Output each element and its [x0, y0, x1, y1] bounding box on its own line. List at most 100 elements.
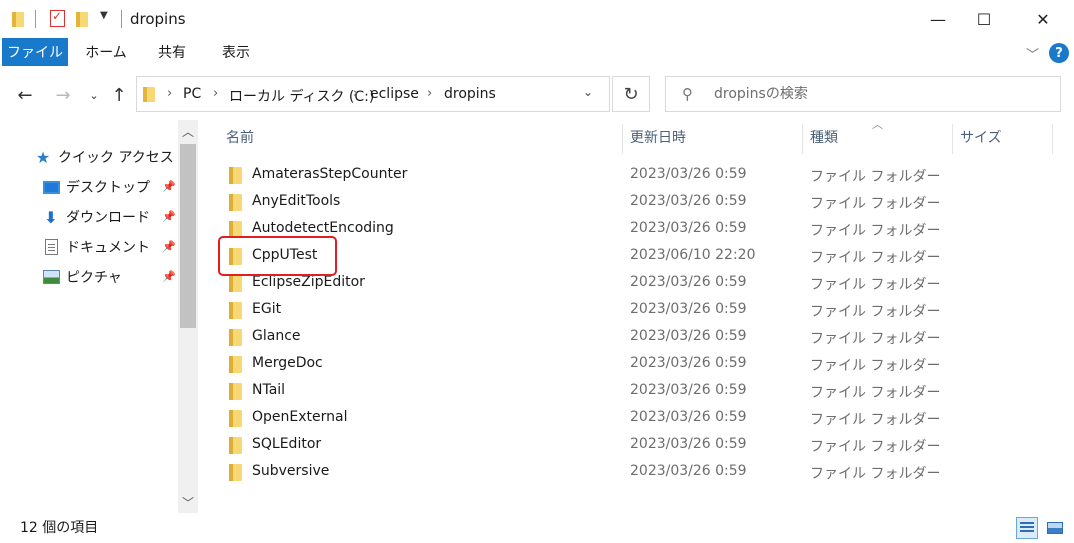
up-button[interactable]: ↑ — [108, 84, 130, 106]
file-row[interactable]: OpenExternal 2023/03/26 0:59 ファイル フォルダー — [220, 405, 960, 432]
file-type: ファイル フォルダー — [810, 169, 941, 185]
nav-item-pictures[interactable]: ピクチャ — [42, 265, 122, 289]
forward-button[interactable]: → — [50, 84, 76, 106]
tab-file[interactable]: ファイル — [2, 38, 68, 66]
details-view-icon — [1020, 522, 1034, 534]
folder-icon — [229, 464, 243, 481]
nav-item-label: ドキュメント — [66, 240, 150, 256]
nav-item-label: ダウンロード — [66, 210, 150, 226]
back-button[interactable]: ← — [12, 84, 38, 106]
close-button[interactable]: ✕ — [1020, 0, 1066, 38]
pin-icon[interactable]: 📌 — [162, 270, 176, 283]
tab-home[interactable]: ホーム — [78, 38, 134, 66]
quick-access-dropdown-icon[interactable]: ▼ — [100, 10, 108, 21]
column-size[interactable]: サイズ — [960, 120, 1002, 154]
window-title: dropins — [130, 10, 186, 28]
minimize-button[interactable]: — — [915, 0, 961, 38]
file-type: ファイル フォルダー — [810, 439, 941, 455]
column-date[interactable]: 更新日時 — [630, 120, 686, 154]
breadcrumb-pc[interactable]: PC — [183, 86, 201, 102]
pin-icon[interactable]: 📌 — [162, 210, 176, 223]
search-box[interactable]: ⚲ — [665, 76, 1061, 112]
chevron-right-icon: › — [353, 86, 359, 101]
breadcrumb-dropins[interactable]: dropins — [444, 86, 496, 102]
properties-icon[interactable] — [50, 9, 65, 27]
column-type[interactable]: 種類 — [810, 120, 838, 154]
search-input[interactable] — [714, 84, 1044, 104]
help-icon[interactable]: ? — [1049, 43, 1069, 63]
file-name: AmaterasStepCounter — [252, 166, 408, 182]
breadcrumb-eclipse[interactable]: eclipse — [370, 86, 419, 102]
file-date: 2023/03/26 0:59 — [630, 220, 747, 236]
file-row[interactable]: NTail 2023/03/26 0:59 ファイル フォルダー — [220, 378, 960, 405]
recent-locations-button[interactable]: ⌄ — [86, 84, 102, 106]
search-icon: ⚲ — [682, 85, 693, 103]
navigation-pane: ★ クイック アクセス デスクトップ 📌 ⬇ ダウンロード 📌 ドキュメント 📌… — [0, 120, 200, 513]
file-name: AnyEditTools — [252, 193, 341, 209]
file-type: ファイル フォルダー — [810, 304, 941, 320]
chevron-right-icon: › — [427, 86, 433, 101]
chevron-down-icon: ⌄ — [89, 88, 99, 102]
file-row[interactable]: Subversive 2023/03/26 0:59 ファイル フォルダー — [220, 459, 960, 486]
file-row[interactable]: Glance 2023/03/26 0:59 ファイル フォルダー — [220, 324, 960, 351]
maximize-button[interactable]: ☐ — [961, 0, 1007, 38]
chevron-right-icon: › — [213, 86, 219, 101]
nav-scrollbar[interactable]: ︿ ﹀ — [178, 120, 198, 513]
scroll-up-icon[interactable]: ︿ — [178, 120, 198, 142]
scroll-thumb[interactable] — [180, 144, 196, 328]
title-bar: ▼ dropins — ☐ ✕ — [0, 0, 1074, 38]
column-divider[interactable] — [1052, 124, 1053, 154]
details-view-button[interactable] — [1016, 517, 1038, 539]
column-divider[interactable] — [952, 124, 953, 154]
address-history-chevron-icon[interactable]: ⌄ — [583, 85, 593, 99]
file-type: ファイル フォルダー — [810, 277, 941, 293]
minimize-icon: — — [930, 9, 946, 29]
expand-ribbon-chevron-icon[interactable]: ﹀ — [1026, 44, 1039, 63]
large-icons-view-button[interactable] — [1044, 517, 1066, 539]
pin-icon[interactable]: 📌 — [162, 180, 176, 193]
file-row[interactable]: AmaterasStepCounter 2023/03/26 0:59 ファイル… — [220, 162, 960, 189]
folder-icon — [143, 86, 155, 102]
column-divider[interactable] — [622, 124, 623, 154]
pin-icon[interactable]: 📌 — [162, 240, 176, 253]
tab-share[interactable]: 共有 — [146, 38, 198, 66]
nav-item-documents[interactable]: ドキュメント — [42, 235, 150, 259]
file-type: ファイル フォルダー — [810, 412, 941, 428]
new-folder-icon[interactable] — [76, 11, 88, 27]
file-date: 2023/03/26 0:59 — [630, 166, 747, 182]
nav-item-desktop[interactable]: デスクトップ — [42, 175, 150, 199]
address-bar[interactable]: › PC › ローカル ディスク (C:) › eclipse › dropin… — [136, 76, 610, 112]
folder-icon — [229, 302, 243, 319]
document-icon — [44, 239, 58, 255]
file-type: ファイル フォルダー — [810, 466, 941, 482]
scroll-down-icon[interactable]: ﹀ — [178, 491, 198, 513]
arrow-left-icon: ← — [17, 84, 33, 106]
nav-item-downloads[interactable]: ⬇ ダウンロード — [42, 205, 150, 229]
tab-view[interactable]: 表示 — [210, 38, 262, 66]
nav-quick-access[interactable]: ★ クイック アクセス — [34, 145, 174, 169]
file-name: NTail — [252, 382, 286, 398]
file-type: ファイル フォルダー — [810, 358, 941, 374]
file-row[interactable]: MergeDoc 2023/03/26 0:59 ファイル フォルダー — [220, 351, 960, 378]
file-row[interactable]: EGit 2023/03/26 0:59 ファイル フォルダー — [220, 297, 960, 324]
file-date: 2023/03/26 0:59 — [630, 274, 747, 290]
column-name[interactable]: 名前 — [226, 120, 254, 154]
file-date: 2023/03/26 0:59 — [630, 355, 747, 371]
file-type: ファイル フォルダー — [810, 196, 941, 212]
column-divider[interactable] — [802, 124, 803, 154]
folder-icon — [229, 410, 243, 427]
file-row[interactable]: SQLEditor 2023/03/26 0:59 ファイル フォルダー — [220, 432, 960, 459]
file-date: 2023/03/26 0:59 — [630, 301, 747, 317]
nav-quick-access-label: クイック アクセス — [58, 150, 174, 166]
file-type: ファイル フォルダー — [810, 385, 941, 401]
refresh-button[interactable]: ↻ — [612, 76, 650, 112]
file-type: ファイル フォルダー — [810, 331, 941, 347]
nav-item-label: デスクトップ — [66, 180, 150, 196]
divider — [121, 10, 122, 28]
file-row[interactable]: AnyEditTools 2023/03/26 0:59 ファイル フォルダー — [220, 189, 960, 216]
folder-icon — [229, 275, 243, 292]
file-name: Glance — [252, 328, 301, 344]
ribbon-tabs: ファイル ホーム 共有 表示 ﹀ — [0, 38, 1074, 66]
chevron-right-icon: › — [167, 86, 173, 101]
nav-item-label: ピクチャ — [66, 270, 122, 286]
